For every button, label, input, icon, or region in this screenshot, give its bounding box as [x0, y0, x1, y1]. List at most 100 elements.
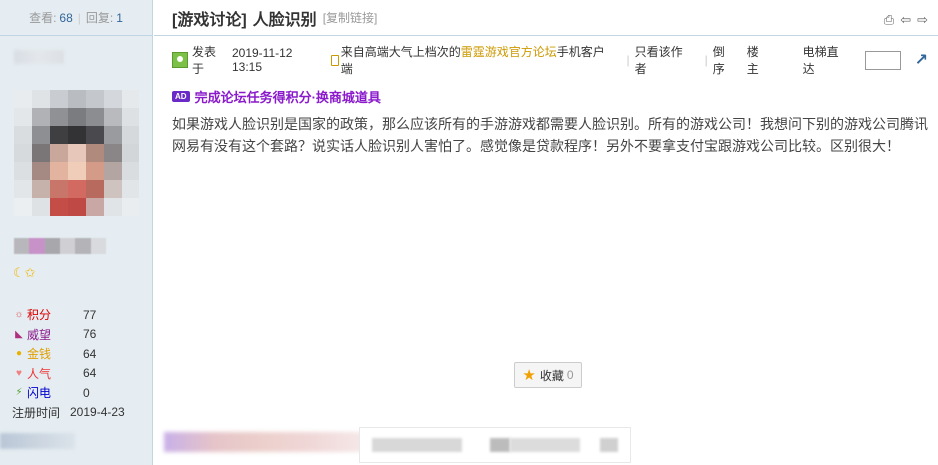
- title-tools: ⎙ ⇦ ⇨: [884, 12, 928, 28]
- avatar-pixel: [86, 144, 104, 162]
- posted-prefix: 发表于: [191, 45, 216, 76]
- avatar-pixel: [68, 108, 86, 126]
- copy-link-button[interactable]: [复制链接]: [323, 9, 378, 26]
- print-icon[interactable]: ⎙: [884, 12, 894, 28]
- avatar-pixel: [50, 198, 68, 216]
- avatar-pixel: [50, 144, 68, 162]
- post-timestamp: 2019-11-12 13:15: [231, 46, 293, 74]
- attribute-label[interactable]: 积分: [27, 306, 83, 323]
- avatar-pixel: [68, 126, 86, 144]
- attribute-label[interactable]: 注册时间: [12, 404, 70, 421]
- avatar-pixel: [50, 180, 68, 198]
- avatar-pixel: [122, 198, 139, 216]
- ad-badge-icon: AD: [172, 91, 190, 102]
- avatar-pixel: [14, 144, 32, 162]
- avatar-pixel: [14, 108, 32, 126]
- user-group-blurred: [14, 238, 106, 254]
- signature-blurred: [164, 432, 364, 452]
- attribute-row: ● 金钱 64: [12, 344, 147, 364]
- avatar-pixel: [32, 108, 50, 126]
- avatar-pixel: [122, 162, 139, 180]
- thread-stats: 查看: 68 | 回复: 1: [0, 0, 152, 36]
- sidebar-footer-blurred: [0, 433, 75, 449]
- views-label: 查看:: [29, 11, 57, 25]
- floor-jump-input[interactable]: [864, 50, 901, 70]
- avatar-pixel: [14, 162, 32, 180]
- attribute-row: ⚡ 闪电 0: [12, 383, 147, 403]
- avatar-pixel: [104, 162, 122, 180]
- reverse-order-link[interactable]: 倒序: [713, 43, 737, 77]
- replies-label: 回复:: [85, 11, 114, 25]
- attribute-label[interactable]: 人气: [27, 365, 83, 382]
- page-title: 人脸识别: [252, 11, 317, 29]
- attribute-value: 77: [83, 307, 97, 322]
- favorite-count: 0: [566, 368, 574, 382]
- coin-icon: ●: [15, 348, 23, 360]
- divider: |: [626, 53, 630, 67]
- avatar-pixel: [104, 90, 122, 108]
- source-brand: 雷霆游戏官方论坛: [460, 45, 557, 59]
- attribute-label[interactable]: 威望: [27, 326, 83, 343]
- attribute-value: 0: [83, 385, 90, 400]
- attribute-row: ☼ 积分 77: [12, 305, 147, 325]
- favorite-button[interactable]: ★ 收藏 0: [514, 362, 582, 388]
- avatar-pixel: [122, 90, 139, 108]
- attribute-value: 64: [83, 366, 97, 381]
- mobile-phone-icon: [330, 54, 339, 66]
- avatar-pixel: [14, 180, 32, 198]
- prestige-icon: ◣: [15, 328, 23, 340]
- online-status-icon: [172, 52, 188, 68]
- next-thread-icon[interactable]: ⇨: [917, 12, 928, 28]
- avatar-pixel: [14, 90, 32, 108]
- avatar-pixel: [104, 198, 122, 216]
- username-blurred[interactable]: [14, 50, 64, 64]
- go-arrow-icon[interactable]: ↗: [915, 50, 928, 70]
- avatar-pixel: [68, 162, 86, 180]
- replies-count: 1: [116, 10, 123, 25]
- thread-category[interactable]: [游戏讨论]: [172, 6, 247, 30]
- avatar-pixel: [68, 144, 86, 162]
- attribute-value: 2019-4-23: [70, 405, 125, 420]
- attribute-label[interactable]: 闪电: [27, 384, 83, 401]
- star-icon: ★: [522, 367, 536, 384]
- avatar-pixel: [86, 90, 104, 108]
- avatar[interactable]: [14, 90, 139, 220]
- post-actions-blurred: [359, 427, 631, 463]
- task-banner-text: 完成论坛任务得积分·换商城道具: [194, 90, 381, 105]
- avatar-pixel: [50, 90, 68, 108]
- attribute-row: 注册时间 2019-4-23: [12, 403, 147, 423]
- post-source[interactable]: 来自高端大气上档次的雷霆游戏官方论坛手机客户端: [341, 43, 617, 77]
- sun-icon: ☼: [14, 309, 24, 321]
- user-attributes: ☼ 积分 77 ◣ 威望 76 ● 金钱 64 ♥ 人气 64 ⚡ 闪电 0 注册时间 2019-4-23: [12, 305, 147, 422]
- moon-icon: ☾: [13, 265, 25, 280]
- avatar-pixel: [104, 144, 122, 162]
- avatar-pixel: [32, 90, 50, 108]
- avatar-pixel: [86, 162, 104, 180]
- avatar-pixel: [68, 90, 86, 108]
- avatar-pixel: [122, 108, 139, 126]
- attribute-value: 64: [83, 346, 97, 361]
- avatar-pixel: [68, 198, 86, 216]
- lightning-icon: ⚡: [15, 387, 23, 399]
- prev-thread-icon[interactable]: ⇦: [900, 12, 911, 28]
- avatar-pixel: [32, 180, 50, 198]
- attribute-row: ♥ 人气 64: [12, 364, 147, 384]
- views-count: 68: [59, 10, 73, 25]
- avatar-pixel: [122, 180, 139, 198]
- only-author-link[interactable]: 只看该作者: [635, 43, 695, 77]
- task-banner[interactable]: AD 完成论坛任务得积分·换商城道具: [172, 87, 381, 106]
- attribute-value: 76: [83, 327, 97, 342]
- avatar-pixel: [32, 162, 50, 180]
- post-content: 如果游戏人脸识别是国家的政策，那么应该所有的手游游戏都需要人脸识别。所有的游戏公…: [172, 116, 928, 154]
- attribute-label[interactable]: 金钱: [27, 345, 83, 362]
- avatar-pixel: [104, 180, 122, 198]
- stats-divider: |: [77, 10, 81, 25]
- avatar-pixel: [122, 144, 139, 162]
- avatar-pixel: [104, 126, 122, 144]
- avatar-pixel: [14, 198, 32, 216]
- thread-title-bar: [游戏讨论] 人脸识别 [复制链接]: [154, 0, 938, 36]
- elevator-label: 电梯直达: [802, 45, 839, 76]
- avatar-pixel: [50, 126, 68, 144]
- favorite-label: 收藏: [539, 368, 564, 383]
- avatar-pixel: [32, 126, 50, 144]
